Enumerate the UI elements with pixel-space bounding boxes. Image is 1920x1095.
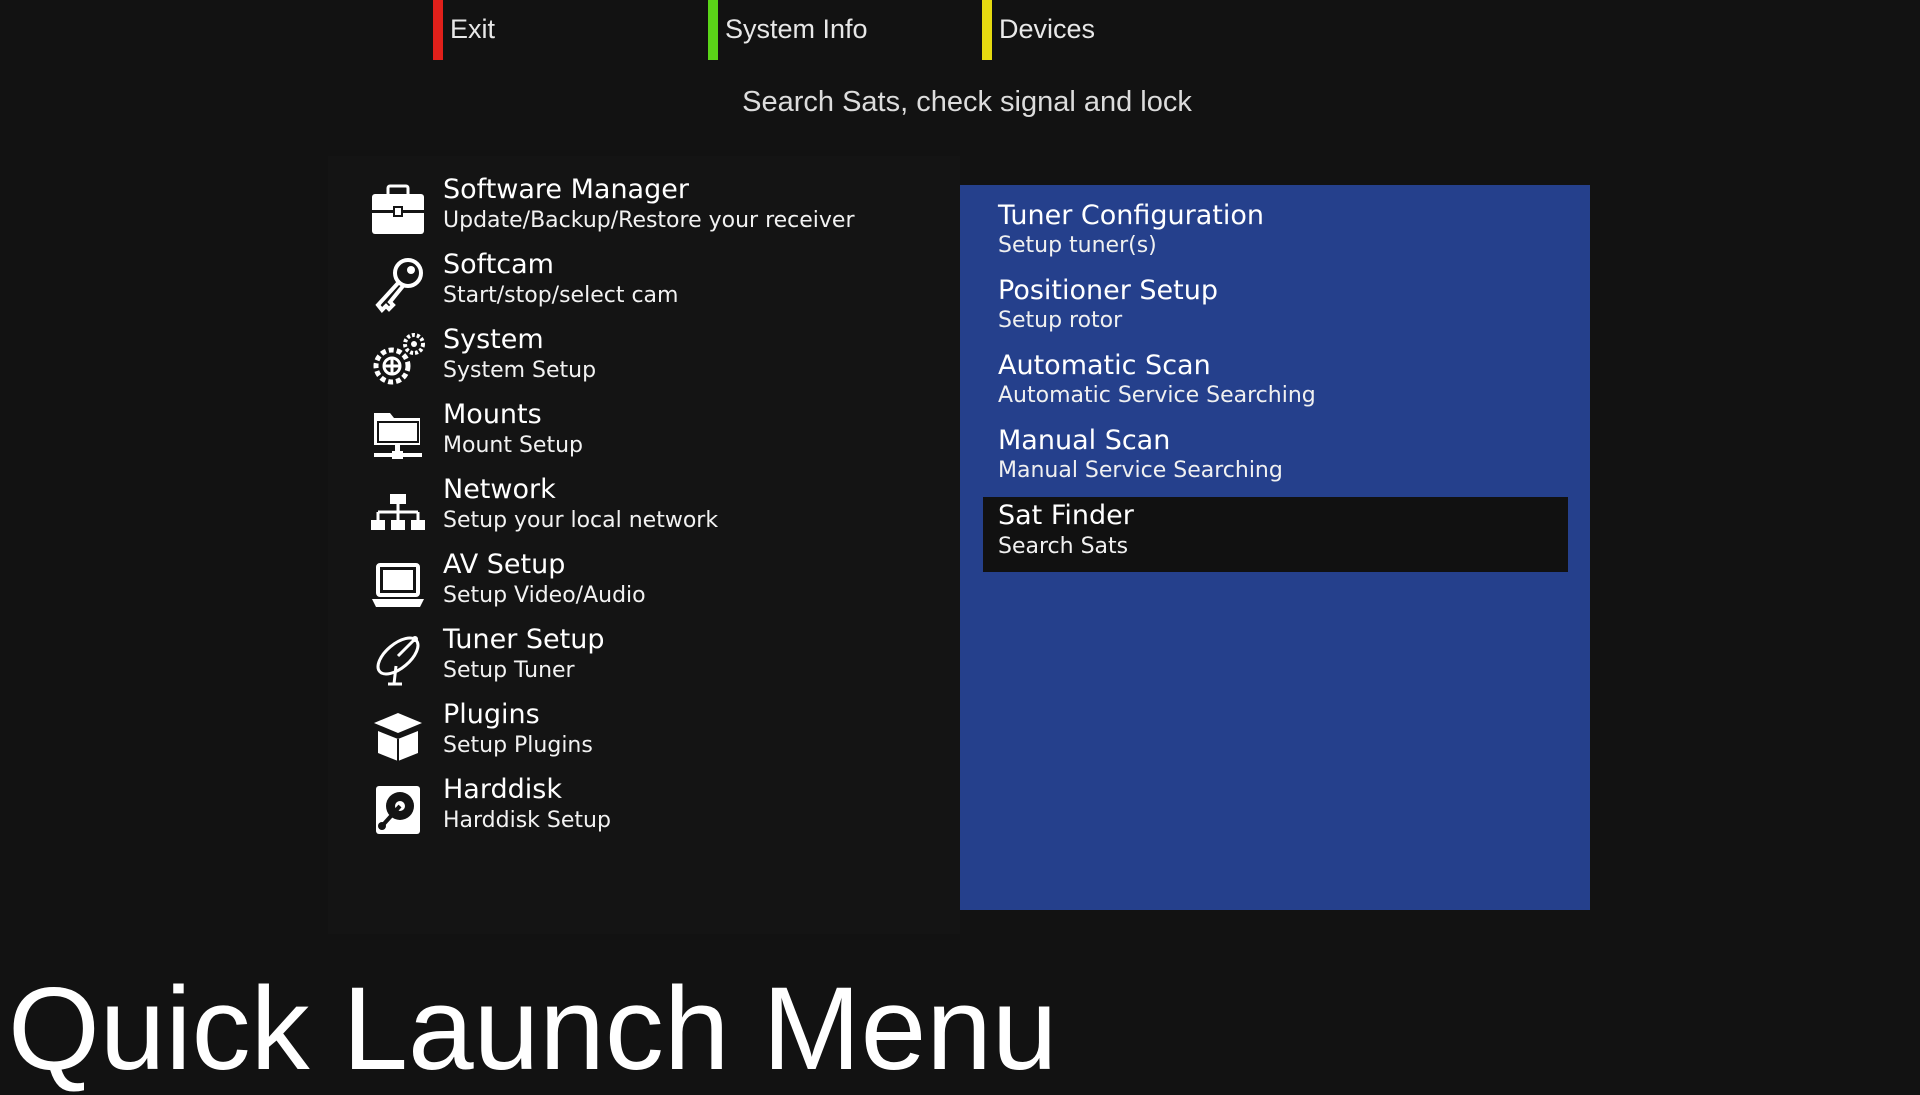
submenu-item-title: Positioner Setup	[998, 275, 1219, 306]
menu-item-title: Network	[443, 474, 556, 505]
menu-item-subtitle: Setup Tuner	[443, 658, 575, 683]
key-icon	[370, 255, 426, 315]
menu-item-subtitle: Harddisk Setup	[443, 808, 611, 833]
submenu-item-title: Sat Finder	[998, 500, 1134, 531]
menu-item-mounts[interactable]: Mounts Mount Setup	[370, 399, 950, 480]
submenu-item-subtitle: Automatic Service Searching	[998, 383, 1316, 408]
menu-item-title: Mounts	[443, 399, 542, 430]
submenu-item-manual-scan[interactable]: Manual Scan Manual Service Searching	[983, 410, 1568, 485]
submenu-item-subtitle: Search Sats	[998, 534, 1129, 559]
menu-item-title: System	[443, 324, 544, 355]
red-key-swatch	[433, 0, 443, 60]
menu-item-subtitle: Setup your local network	[443, 508, 719, 533]
harddisk-icon	[370, 780, 426, 840]
menu-item-software-manager[interactable]: Software Manager Update/Backup/Restore y…	[370, 174, 950, 255]
menu-item-softcam[interactable]: Softcam Start/stop/select cam	[370, 249, 950, 330]
yellow-key-swatch	[982, 0, 992, 60]
screen-title: Quick Launch Menu	[8, 963, 1058, 1095]
submenu-item-subtitle: Setup rotor	[998, 308, 1123, 333]
submenu-item-title: Manual Scan	[998, 425, 1171, 456]
description-hint: Search Sats, check signal and lock	[742, 86, 1192, 118]
menu-item-subtitle: Mount Setup	[443, 433, 583, 458]
network-mount-icon	[370, 405, 426, 465]
menu-item-subtitle: Update/Backup/Restore your receiver	[443, 208, 855, 233]
green-key-label: System Info	[725, 14, 868, 44]
color-key-bar: Exit System Info Devices	[0, 0, 1920, 62]
menu-item-title: Harddisk	[443, 774, 562, 805]
menu-item-title: Software Manager	[443, 174, 689, 205]
menu-item-title: Softcam	[443, 249, 554, 280]
submenu-item-subtitle: Setup tuner(s)	[998, 233, 1157, 258]
submenu-item-tuner-configuration[interactable]: Tuner Configuration Setup tuner(s)	[983, 185, 1568, 260]
submenu-item-subtitle: Manual Service Searching	[998, 458, 1283, 483]
toolbox-icon	[370, 180, 426, 240]
menu-item-title: AV Setup	[443, 549, 566, 580]
green-key-swatch	[708, 0, 718, 60]
menu-item-subtitle: Setup Plugins	[443, 733, 593, 758]
menu-item-subtitle: Setup Video/Audio	[443, 583, 646, 608]
menu-item-subtitle: System Setup	[443, 358, 597, 383]
menu-item-subtitle: Start/stop/select cam	[443, 283, 679, 308]
submenu-item-automatic-scan[interactable]: Automatic Scan Automatic Service Searchi…	[983, 335, 1568, 410]
red-key-label: Exit	[450, 14, 496, 44]
menu-item-title: Plugins	[443, 699, 540, 730]
submenu-item-title: Tuner Configuration	[998, 200, 1265, 231]
main-menu-list: Software Manager Update/Backup/Restore y…	[328, 156, 960, 934]
menu-item-network[interactable]: Network Setup your local network	[370, 474, 950, 555]
menu-item-plugins[interactable]: Plugins Setup Plugins	[370, 699, 950, 780]
submenu-item-sat-finder[interactable]: Sat Finder Search Sats	[983, 497, 1568, 572]
submenu-item-positioner-setup[interactable]: Positioner Setup Setup rotor	[983, 260, 1568, 335]
submenu-item-title: Automatic Scan	[998, 350, 1211, 381]
sub-menu-list: Tuner Configuration Setup tuner(s) Posit…	[960, 185, 1590, 910]
open-box-icon	[370, 705, 426, 765]
yellow-key-label: Devices	[999, 14, 1096, 44]
menu-item-av-setup[interactable]: AV Setup Setup Video/Audio	[370, 549, 950, 630]
satellite-dish-icon	[370, 630, 426, 690]
menu-item-system[interactable]: System System Setup	[370, 324, 950, 405]
network-icon	[370, 480, 426, 540]
gears-icon	[370, 330, 426, 390]
menu-item-title: Tuner Setup	[443, 624, 605, 655]
menu-item-harddisk[interactable]: Harddisk Harddisk Setup	[370, 774, 950, 855]
menu-item-tuner-setup[interactable]: Tuner Setup Setup Tuner	[370, 624, 950, 705]
laptop-icon	[370, 555, 426, 615]
